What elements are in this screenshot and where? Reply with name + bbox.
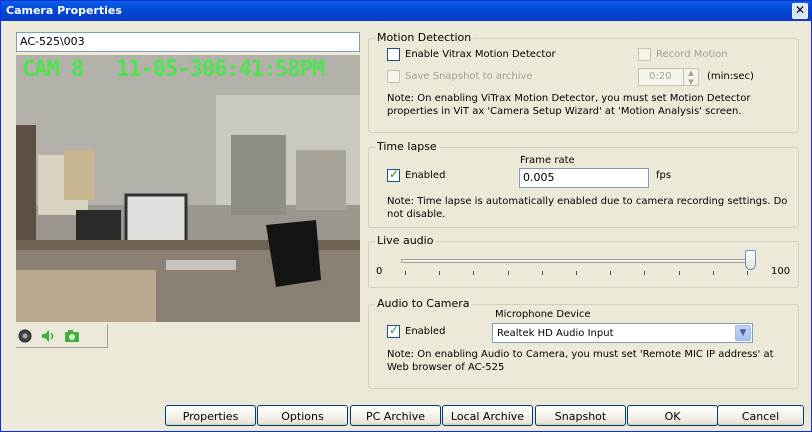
speaker-icon[interactable] [40,328,56,344]
camera-name-field[interactable]: AC-525\003 [16,32,360,52]
snapshot-button[interactable]: Snapshot [535,405,626,426]
snapshot-interval-unit: (min:sec) [707,71,754,82]
local-archive-button[interactable]: Local Archive [442,405,533,426]
camera-icon[interactable] [64,329,80,343]
close-icon[interactable]: ✕ [792,3,808,19]
microphone-device-value: Realtek HD Audio Input [497,328,614,339]
live-audio-slider-thumb[interactable] [745,250,756,270]
microphone-device-select[interactable]: Realtek HD Audio Input ▼ [492,323,753,343]
time-lapse-note: Note: Time lapse is automatically enable… [387,196,788,220]
slider-tick [747,271,748,275]
slider-tick [576,271,577,275]
slider-tick [405,271,406,275]
save-snapshot-label: Save Snapshot to archive [405,71,533,82]
frame-rate-label: Frame rate [520,155,575,166]
slider-tick [712,271,714,275]
window-title: Camera Properties [6,4,122,17]
options-button[interactable]: Options [257,405,348,426]
title-bar: Camera Properties ✕ [1,1,811,21]
record-icon[interactable] [18,329,32,343]
video-control-bar [16,324,108,348]
motion-detection-legend: Motion Detection [375,31,474,44]
audio-to-camera-legend: Audio to Camera [375,297,472,310]
overlay-camera-label: CAM 8 [22,57,84,82]
frame-rate-value: 0.005 [523,171,555,184]
slider-tick [507,271,509,275]
enable-motion-detector-checkbox[interactable] [387,48,400,61]
frame-rate-unit: fps [656,170,672,181]
slider-tick [610,271,612,275]
audio-to-camera-enabled-checkbox[interactable] [387,323,400,338]
ok-button[interactable]: OK [627,405,718,426]
record-motion-label: Record Motion [656,49,728,60]
live-audio-group: Live audio [368,234,799,288]
microphone-device-label: Microphone Device [495,309,591,320]
slider-tick [644,271,646,275]
overlay-time: 6:41:58PM [214,57,325,82]
pc-archive-button[interactable]: PC Archive [350,405,441,426]
slider-tick [439,271,441,275]
live-audio-max-label: 100 [771,266,791,277]
properties-button[interactable]: Properties [165,405,256,426]
audio-to-camera-enabled-label: Enabled [405,326,446,337]
camera-video-view: CAM 8 11-05-30 6:41:58PM [16,55,360,322]
camera-properties-window: Camera Properties ✕ AC-525\003 CAM 8 11-… [0,0,812,432]
live-audio-legend: Live audio [375,234,436,247]
slider-tick [541,271,543,275]
slider-tick [678,271,680,275]
live-audio-slider-track[interactable] [401,259,751,263]
overlay-date: 11-05-30 [116,57,215,82]
live-audio-min-label: 0 [376,266,383,277]
snapshot-interval-value: 0:20 [649,71,672,82]
snapshot-interval-spinner[interactable]: 0:20 ▲ ▼ [638,68,699,86]
frame-rate-input[interactable]: 0.005 [519,168,649,188]
time-lapse-enabled-label: Enabled [405,170,446,181]
slider-tick [473,271,475,275]
audio-to-camera-note: Note: On enabling Audio to Camera, you m… [387,349,774,373]
time-lapse-legend: Time lapse [375,140,439,153]
camera-name-value: AC-525\003 [20,35,85,48]
chevron-down-icon[interactable]: ▼ [735,325,751,341]
spinner-arrows-icon[interactable]: ▲ ▼ [683,69,698,86]
save-snapshot-checkbox[interactable] [387,70,400,83]
motion-detection-note: Note: On enabling ViTrax Motion Detector… [387,93,751,117]
cancel-button[interactable]: Cancel [717,405,804,426]
record-motion-checkbox[interactable] [638,48,651,61]
time-lapse-enabled-checkbox[interactable] [387,167,400,182]
enable-motion-detector-label: Enable Vitrax Motion Detector [405,49,556,60]
camera-scene-image [16,55,360,322]
